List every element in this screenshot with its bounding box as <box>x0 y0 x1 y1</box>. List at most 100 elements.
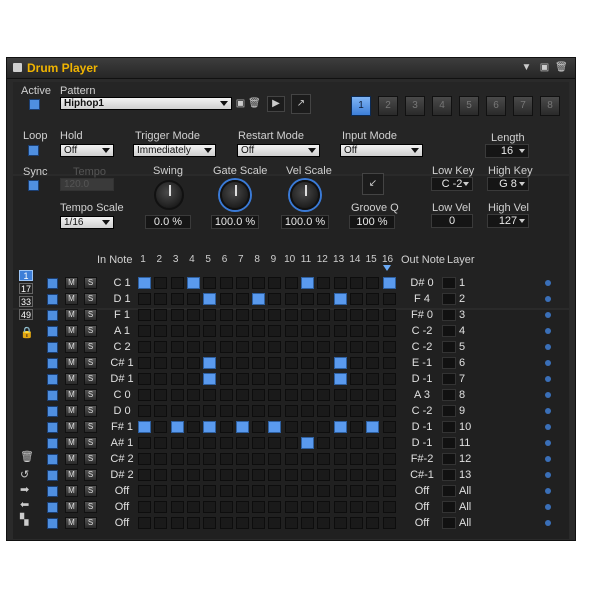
pattern-slot-button[interactable]: 2 <box>378 96 398 116</box>
layer-value[interactable]: 2 <box>459 293 465 305</box>
step-cell[interactable] <box>154 421 168 433</box>
layer-value[interactable]: 13 <box>459 469 471 481</box>
step-cell[interactable] <box>301 373 314 385</box>
step-cell[interactable] <box>301 309 314 321</box>
step-cell[interactable] <box>252 341 266 353</box>
pattern-slot-button[interactable]: 5 <box>459 96 479 116</box>
step-cell[interactable] <box>154 437 168 449</box>
step-cell[interactable] <box>268 373 282 385</box>
step-cell[interactable] <box>219 293 233 305</box>
out-note-learn[interactable] <box>442 469 456 481</box>
play-button[interactable]: ▶ <box>267 96 285 112</box>
mute-button[interactable]: M <box>65 469 78 481</box>
loop-toggle[interactable] <box>28 145 39 156</box>
step-cell[interactable] <box>366 469 380 481</box>
step-cell[interactable] <box>366 389 380 401</box>
solo-button[interactable]: S <box>84 341 97 353</box>
step-cell[interactable] <box>235 437 249 449</box>
step-cell[interactable] <box>252 517 266 529</box>
pattern-select[interactable]: Hiphop1 <box>60 97 232 110</box>
step-cell[interactable] <box>366 277 380 289</box>
vel-scale-knob[interactable] <box>290 180 320 210</box>
step-cell[interactable] <box>317 453 331 465</box>
step-cell[interactable] <box>366 341 380 353</box>
step-cell[interactable] <box>382 517 396 529</box>
step-cell[interactable] <box>170 389 184 401</box>
step-cell[interactable] <box>154 341 168 353</box>
step-cell[interactable] <box>382 357 396 369</box>
solo-button[interactable]: S <box>84 453 97 465</box>
layer-value[interactable]: 6 <box>459 357 465 369</box>
step-cell[interactable] <box>349 453 363 465</box>
trash-icon[interactable]: 🗑 <box>555 62 568 73</box>
layer-value[interactable]: 5 <box>459 341 465 353</box>
in-note-value[interactable]: D# 2 <box>107 469 137 481</box>
step-cell[interactable] <box>154 501 168 513</box>
step-cell[interactable] <box>317 437 331 449</box>
step-cell[interactable] <box>349 389 363 401</box>
step-cell[interactable] <box>382 453 396 465</box>
pattern-page-button[interactable]: 17 <box>19 283 33 294</box>
row-active-toggle[interactable] <box>47 438 58 449</box>
step-cell[interactable] <box>284 437 298 449</box>
step-cell[interactable] <box>235 309 249 321</box>
out-note-learn[interactable] <box>442 421 456 433</box>
step-cell[interactable] <box>203 501 217 513</box>
arrow-left-icon[interactable]: ⬅ <box>20 498 29 511</box>
step-cell[interactable] <box>186 325 200 337</box>
step-cell[interactable] <box>138 277 151 289</box>
in-note-value[interactable]: Off <box>107 517 137 529</box>
row-active-toggle[interactable] <box>47 518 58 529</box>
step-cell[interactable] <box>284 341 298 353</box>
in-note-value[interactable]: Off <box>107 501 137 513</box>
out-note-learn[interactable] <box>442 405 456 417</box>
mute-button[interactable]: M <box>65 389 78 401</box>
grid-options-icon[interactable]: ▚ <box>20 513 28 526</box>
out-note-value[interactable]: D -1 <box>407 437 437 449</box>
pattern-slot-button[interactable]: 1 <box>351 96 371 116</box>
step-cell[interactable] <box>366 517 380 529</box>
step-cell[interactable] <box>203 277 217 289</box>
swing-value[interactable]: 0.0 % <box>145 215 191 229</box>
layer-value[interactable]: 8 <box>459 389 465 401</box>
step-cell[interactable] <box>366 309 380 321</box>
step-cell[interactable] <box>349 293 363 305</box>
step-cell[interactable] <box>186 373 200 385</box>
step-cell[interactable] <box>349 437 363 449</box>
row-active-toggle[interactable] <box>47 454 58 465</box>
step-cell[interactable] <box>317 485 331 497</box>
step-cell[interactable] <box>349 309 363 321</box>
in-note-value[interactable]: A# 1 <box>107 437 137 449</box>
step-cell[interactable] <box>170 469 184 481</box>
length-field[interactable]: 16 <box>485 144 529 158</box>
step-cell[interactable] <box>268 501 282 513</box>
pattern-slot-button[interactable]: 3 <box>405 96 425 116</box>
undo-icon[interactable]: ↺ <box>20 468 29 481</box>
in-note-value[interactable]: F# 1 <box>107 421 137 433</box>
step-cell[interactable] <box>235 485 249 497</box>
step-cell[interactable] <box>349 357 363 369</box>
layer-value[interactable]: All <box>459 501 471 513</box>
step-cell[interactable] <box>219 421 233 433</box>
mute-button[interactable]: M <box>65 405 78 417</box>
step-cell[interactable] <box>186 437 200 449</box>
step-cell[interactable] <box>170 453 184 465</box>
out-note-learn[interactable] <box>442 325 456 337</box>
step-cell[interactable] <box>203 421 217 433</box>
row-active-toggle[interactable] <box>47 342 58 353</box>
step-cell[interactable] <box>252 325 266 337</box>
step-cell[interactable] <box>268 405 282 417</box>
step-cell[interactable] <box>219 453 233 465</box>
groove-drop-icon[interactable]: ↙ <box>362 173 384 195</box>
out-note-learn[interactable] <box>442 341 456 353</box>
step-cell[interactable] <box>235 373 249 385</box>
step-cell[interactable] <box>154 517 168 529</box>
step-cell[interactable] <box>154 293 168 305</box>
trash-icon[interactable]: 🗑 <box>20 450 34 463</box>
lock-icon[interactable]: 🔒 <box>20 326 34 339</box>
step-cell[interactable] <box>235 341 249 353</box>
step-cell[interactable] <box>154 453 168 465</box>
step-cell[interactable] <box>317 341 331 353</box>
out-note-value[interactable]: C#-1 <box>407 469 437 481</box>
step-cell[interactable] <box>349 405 363 417</box>
